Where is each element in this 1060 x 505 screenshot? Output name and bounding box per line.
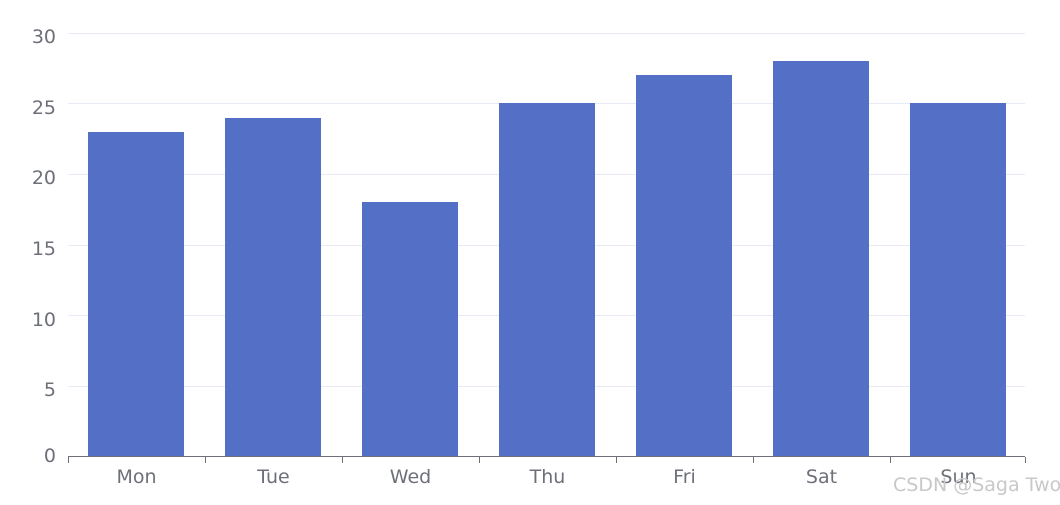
x-axis-tick-6 bbox=[890, 457, 891, 463]
bar-thu[interactable] bbox=[499, 103, 595, 456]
y-axis-tick-10: 10 bbox=[31, 309, 56, 331]
y-axis-tick-5: 5 bbox=[43, 379, 56, 401]
x-axis-label-sat: Sat bbox=[805, 466, 838, 488]
bar-mon[interactable] bbox=[88, 132, 184, 456]
watermark: CSDN @Saga Two bbox=[893, 474, 1060, 496]
x-axis-label-mon: Mon bbox=[116, 466, 157, 488]
x-axis-label-wed: Wed bbox=[389, 466, 432, 488]
x-axis-tick-7 bbox=[1025, 457, 1026, 463]
x-axis-tick-4 bbox=[616, 457, 617, 463]
plot-area bbox=[68, 33, 1025, 456]
bar-sun[interactable] bbox=[910, 103, 1006, 456]
bar-sat[interactable] bbox=[773, 61, 869, 456]
y-axis-tick-0: 0 bbox=[43, 445, 56, 467]
bar-tue[interactable] bbox=[225, 118, 321, 456]
x-axis-label-fri: Fri bbox=[673, 466, 696, 488]
x-axis-tick-2 bbox=[342, 457, 343, 463]
x-axis-tick-1 bbox=[205, 457, 206, 463]
y-axis-tick-15: 15 bbox=[31, 238, 56, 260]
y-axis-tick-25: 25 bbox=[31, 97, 56, 119]
y-axis-tick-30: 30 bbox=[31, 26, 56, 48]
y-axis-tick-20: 20 bbox=[31, 167, 56, 189]
x-axis-tick-5 bbox=[753, 457, 754, 463]
x-axis-label-thu: Thu bbox=[529, 466, 566, 488]
gridline-30 bbox=[68, 33, 1025, 34]
x-axis-tick-0 bbox=[68, 457, 69, 463]
x-axis-tick-3 bbox=[479, 457, 480, 463]
bar-fri[interactable] bbox=[636, 75, 732, 456]
x-axis-label-tue: Tue bbox=[257, 466, 290, 488]
bar-wed[interactable] bbox=[362, 202, 458, 456]
x-axis-line bbox=[68, 456, 1025, 457]
bar-chart: 30 25 20 15 10 5 0 Mon Tue Wed Thu Fri S… bbox=[0, 0, 1060, 505]
